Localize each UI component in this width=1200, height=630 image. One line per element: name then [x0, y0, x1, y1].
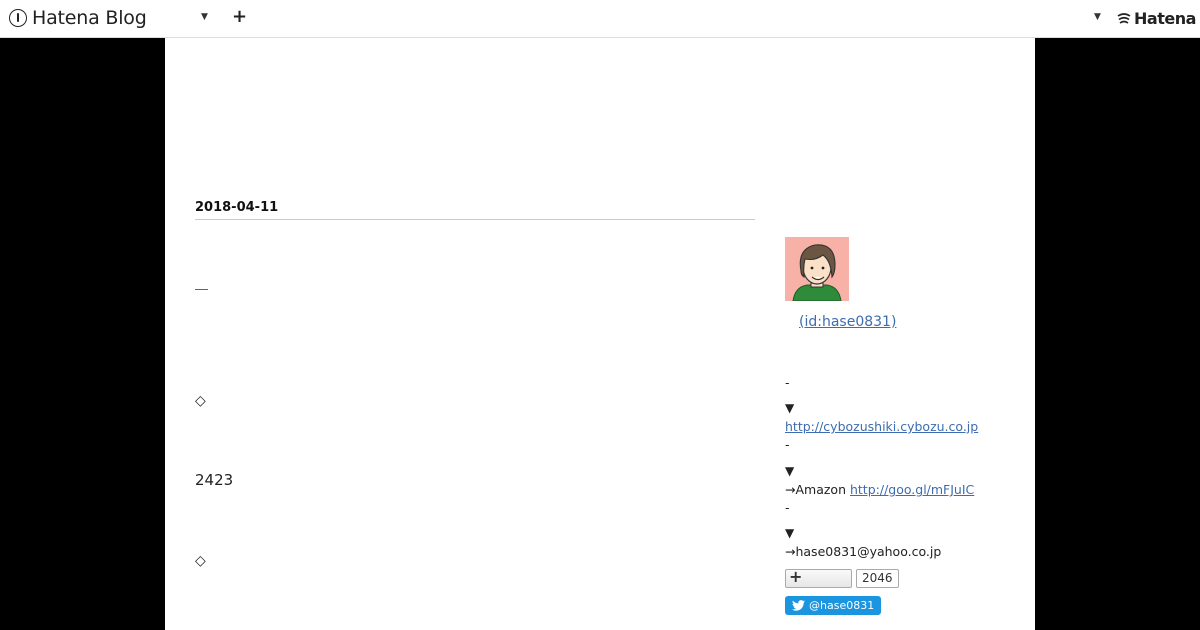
hatena-blog-logo-icon	[9, 9, 27, 27]
hatena-icon	[1117, 12, 1131, 24]
section-dash: -	[785, 375, 790, 390]
section-marker: ◇	[195, 393, 206, 409]
amazon-link[interactable]: http://goo.gl/mFJuIC	[850, 482, 974, 497]
amazon-prefix: →Amazon	[785, 482, 846, 497]
blog-page: 2018-04-11 ◇ 2423 ◇ (id:hase0831) - ▼ ht…	[165, 38, 1035, 630]
twitter-handle: @hase0831	[809, 599, 875, 612]
plus-icon: +	[789, 567, 803, 586]
triangle-down-icon: ▼	[785, 526, 795, 540]
entry-title-link[interactable]	[195, 278, 208, 290]
entry-date[interactable]: 2018-04-11	[195, 200, 755, 220]
brand-name: Hatena Blog	[32, 7, 147, 29]
triangle-down-icon: ▼	[785, 464, 795, 478]
user-menu-caret-icon[interactable]: ▼	[1094, 12, 1101, 22]
hatena-menu[interactable]: Hatena	[1117, 9, 1196, 28]
twitter-follow-button[interactable]: @hase0831	[785, 596, 881, 615]
subscriber-count[interactable]: 2046	[856, 569, 899, 588]
global-header: Hatena Blog ▼ + ▼ Hatena	[0, 0, 1200, 38]
section-dash: -	[785, 500, 790, 515]
triangle-down-icon: ▼	[785, 401, 795, 415]
profile-avatar[interactable]	[785, 237, 849, 301]
section-marker: ◇	[195, 553, 206, 569]
contact-email: →hase0831@yahoo.co.jp	[785, 544, 942, 559]
hatena-blog-logo[interactable]: Hatena Blog	[9, 7, 147, 29]
add-star-button[interactable]: +	[785, 567, 852, 588]
add-button[interactable]: +	[232, 6, 247, 27]
entry-number: 2423	[195, 471, 234, 489]
profile-id-text: (id:hase0831)	[799, 314, 897, 330]
section-dash: -	[785, 437, 790, 452]
profile-id-link[interactable]: (id:hase0831)	[785, 314, 896, 330]
twitter-bird-icon	[792, 600, 805, 611]
hatena-label: Hatena	[1134, 9, 1196, 28]
amazon-line: →Amazon http://goo.gl/mFJuIC	[785, 482, 974, 497]
blog-menu-caret-icon[interactable]: ▼	[201, 12, 208, 22]
cybozushiki-link[interactable]: http://cybozushiki.cybozu.co.jp	[785, 419, 978, 434]
